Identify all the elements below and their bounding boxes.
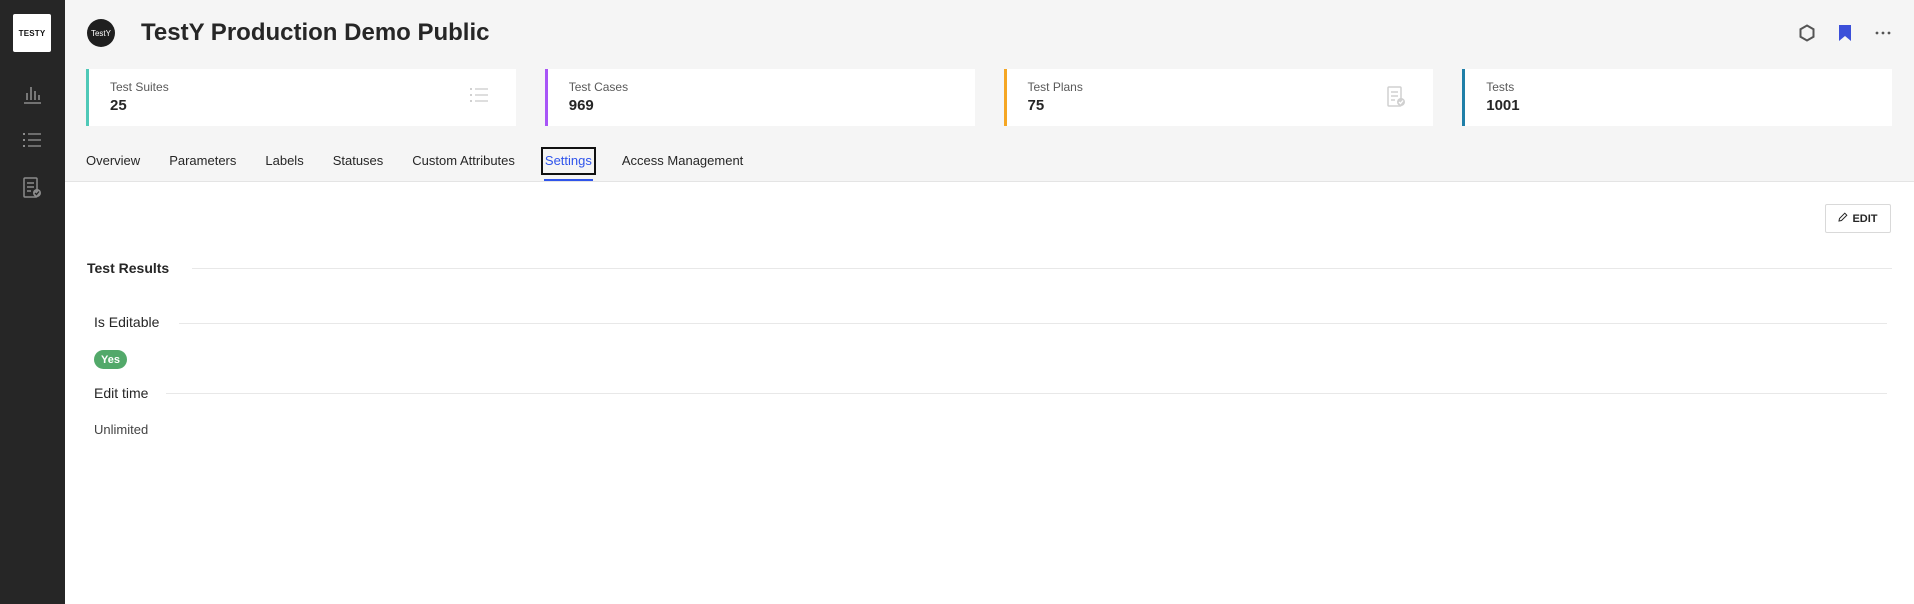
stat-label: Test Suites (110, 80, 169, 94)
main-area: TestY TestY Production Demo Public Test … (65, 0, 1914, 604)
stat-value: 25 (110, 97, 127, 114)
tab-overview[interactable]: Overview (86, 150, 140, 182)
stat-card-test-suites[interactable]: Test Suites 25 (86, 69, 516, 126)
tab-settings[interactable]: Settings (540, 147, 596, 181)
edit-button[interactable]: EDIT (1825, 204, 1891, 233)
bar-chart-icon[interactable] (20, 82, 44, 106)
bookmark-icon[interactable] (1834, 20, 1856, 46)
stat-label: Test Plans (1027, 80, 1083, 94)
stat-label: Test Cases (568, 80, 629, 94)
divider (192, 268, 1892, 269)
stat-value: 1001 (1486, 97, 1520, 114)
divider (166, 393, 1887, 394)
app-logo[interactable]: TESTY (13, 14, 51, 52)
edit-time-label: Edit time (94, 385, 149, 401)
project-header: TestY TestY Production Demo Public Test … (65, 0, 1914, 182)
test-plan-icon[interactable] (20, 176, 44, 200)
stat-label: Tests (1486, 80, 1515, 94)
tab-custom-attributes[interactable]: Custom Attributes (412, 150, 515, 182)
page-title: TestY Production Demo Public (141, 19, 490, 46)
tab-labels[interactable]: Labels (265, 150, 303, 182)
project-avatar: TestY (87, 19, 115, 47)
stat-value: 75 (1027, 97, 1045, 114)
edit-button-label: EDIT (1852, 212, 1878, 225)
divider (179, 323, 1887, 324)
section-title: Test Results (87, 260, 170, 276)
stat-card-tests[interactable]: Tests 1001 (1462, 69, 1892, 126)
stat-card-test-cases[interactable]: Test Cases 969 (544, 69, 975, 126)
list-icon (469, 86, 491, 108)
header-actions (1796, 20, 1894, 46)
tab-parameters[interactable]: Parameters (169, 150, 236, 182)
stat-value: 969 (568, 97, 594, 114)
test-plan-icon (1386, 86, 1408, 108)
is-editable-label: Is Editable (94, 314, 160, 330)
stat-card-test-plans[interactable]: Test Plans 75 (1003, 69, 1434, 126)
more-icon[interactable] (1872, 20, 1894, 46)
edit-time-value: Unlimited (94, 422, 149, 437)
stats-cards: Test Suites 25 Test Cases 969 Test Plans… (86, 69, 1892, 126)
tab-access-management[interactable]: Access Management (622, 150, 743, 182)
pencil-icon (1838, 212, 1848, 225)
project-tabs: Overview Parameters Labels Statuses Cust… (86, 147, 743, 182)
status-badge: Yes (94, 350, 127, 369)
settings-hexagon-icon[interactable] (1796, 20, 1818, 46)
tab-statuses[interactable]: Statuses (333, 150, 384, 182)
sidebar: TESTY (0, 0, 65, 604)
list-icon[interactable] (20, 128, 44, 152)
